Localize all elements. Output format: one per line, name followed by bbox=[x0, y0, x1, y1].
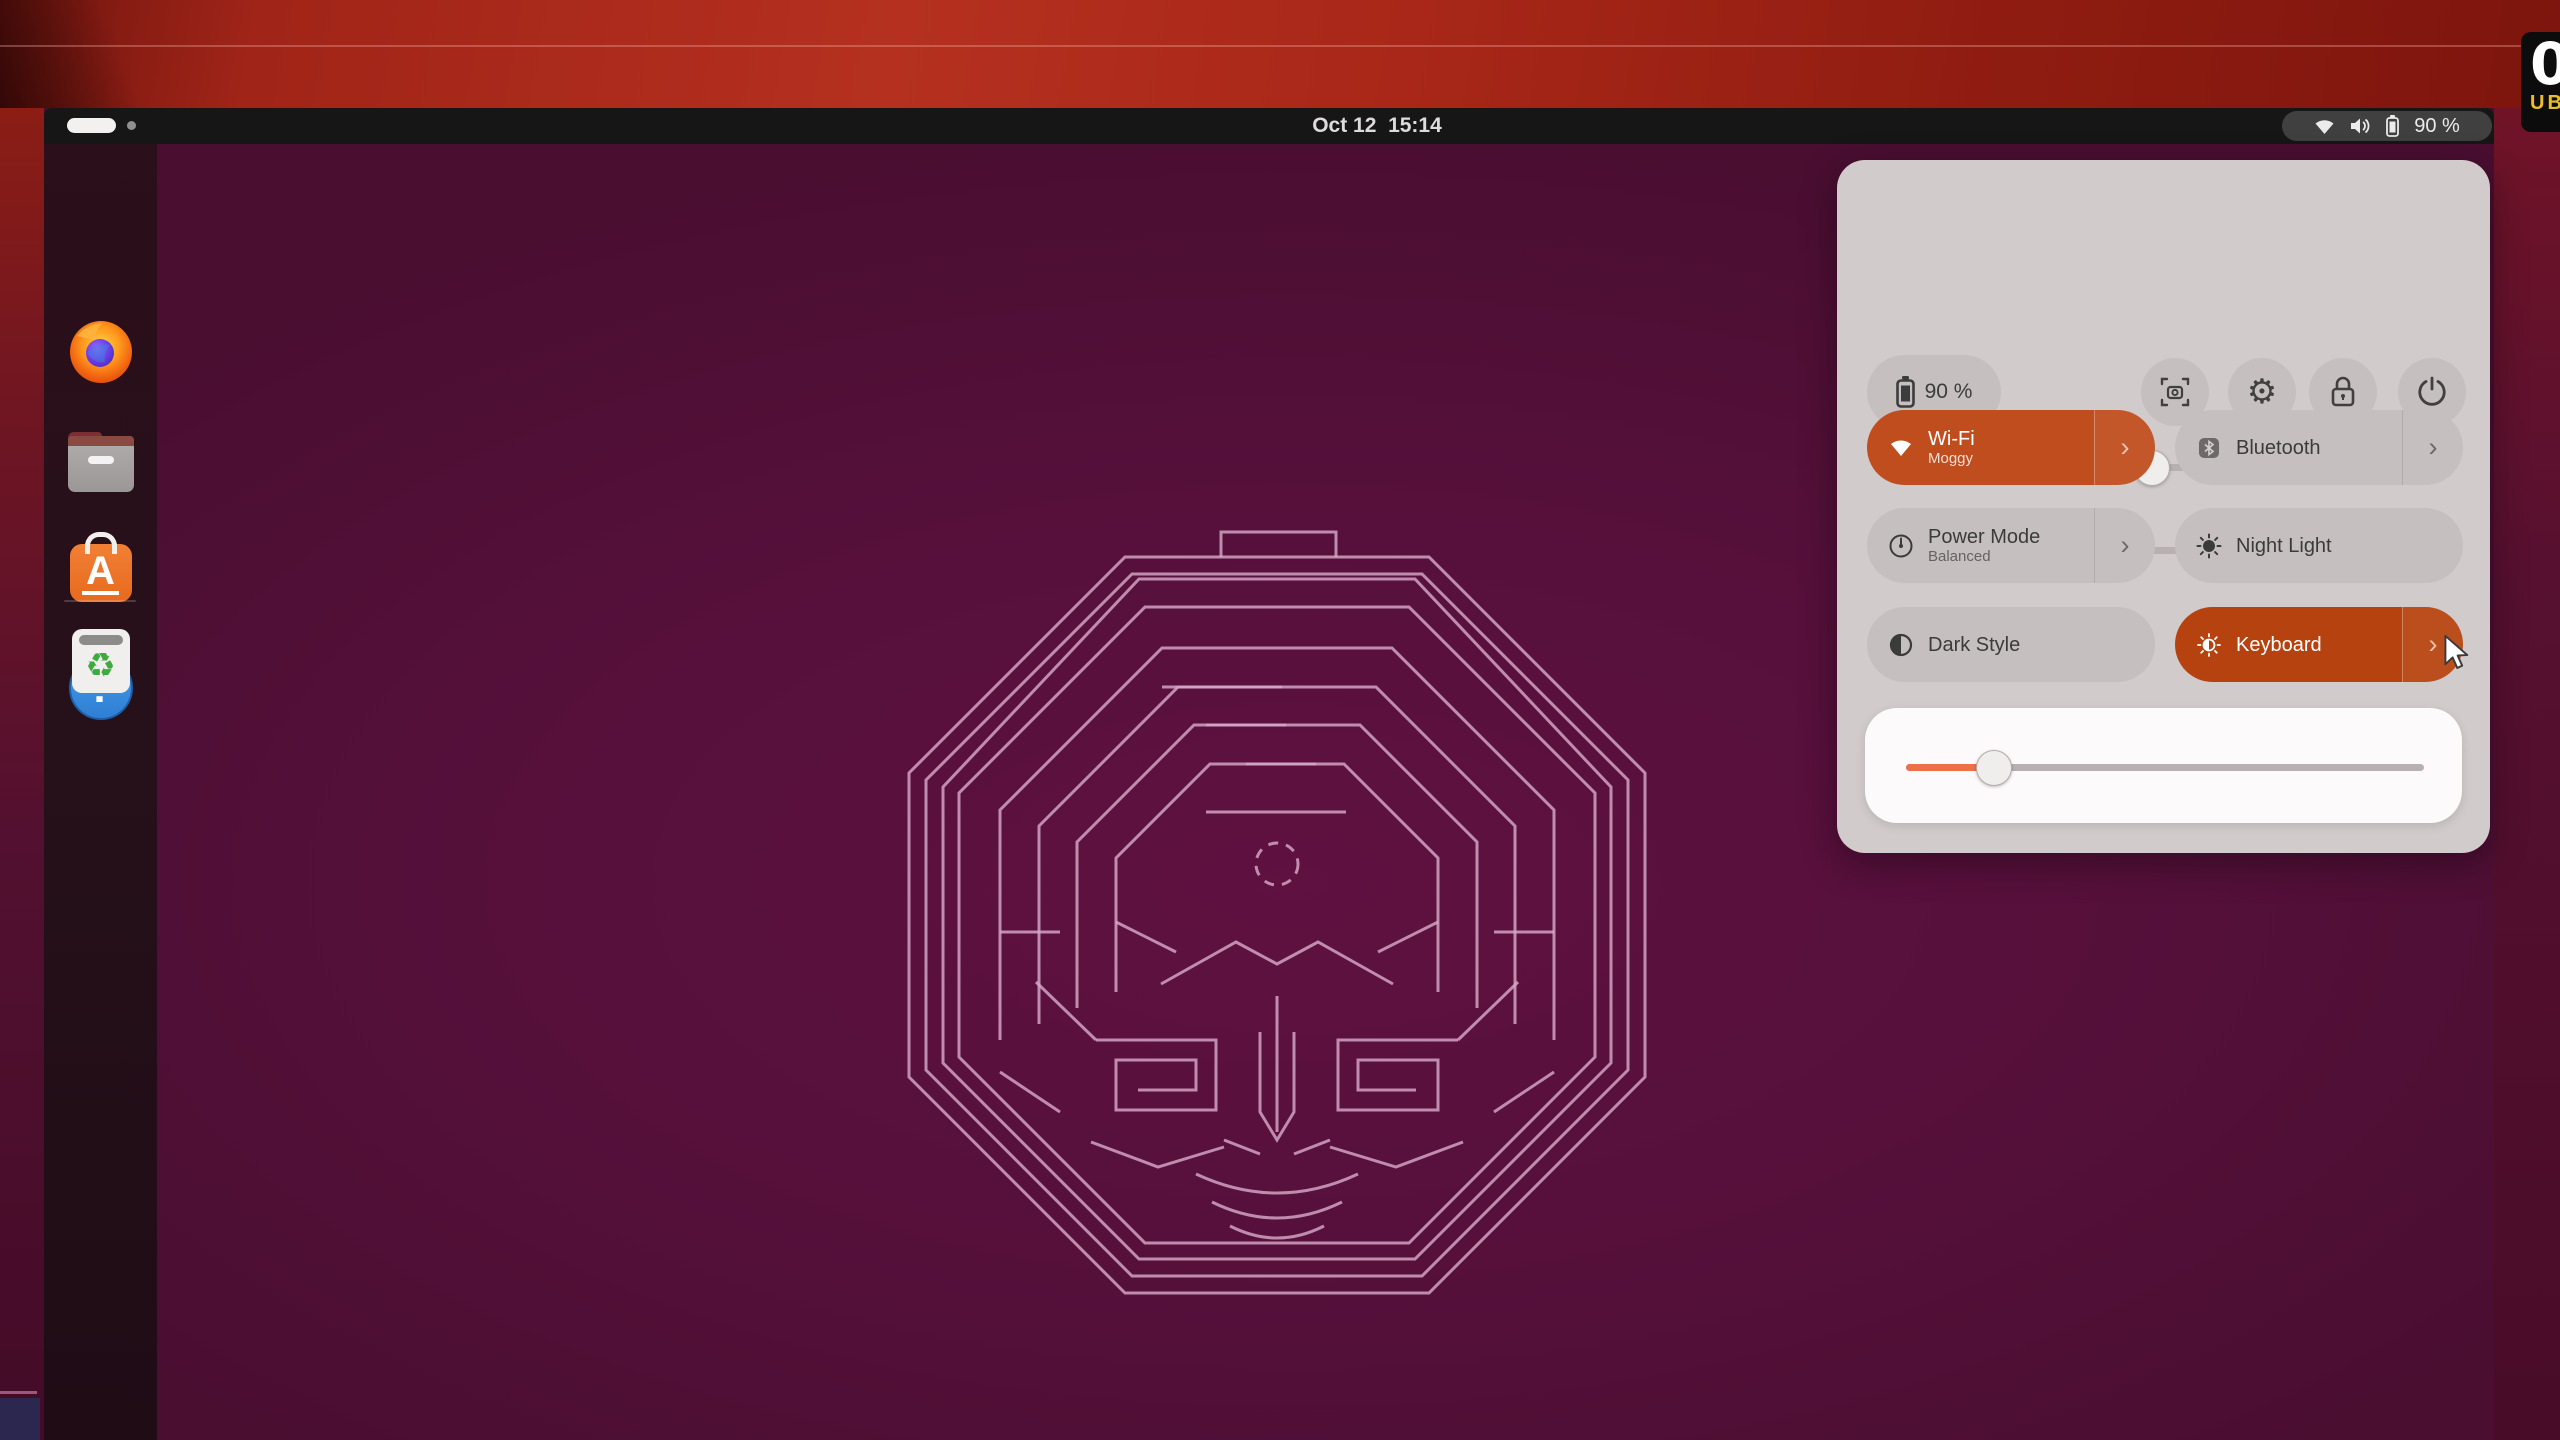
tile-subtitle: Balanced bbox=[1928, 548, 1991, 565]
trash-lid bbox=[78, 635, 123, 645]
tile-bluetooth[interactable]: Bluetooth › bbox=[2175, 410, 2463, 485]
workspace-indicator-active[interactable] bbox=[67, 118, 116, 133]
workspace-indicator-dot[interactable] bbox=[127, 121, 136, 130]
app-center-handle bbox=[84, 532, 117, 554]
files-icon-top bbox=[67, 436, 134, 446]
chevron-right-icon: › bbox=[2428, 432, 2438, 462]
frame-accent-line bbox=[0, 1391, 37, 1394]
keyboard-backlight-slider-knob[interactable] bbox=[1976, 749, 2013, 786]
files-icon bbox=[67, 432, 134, 492]
dock-item-app-center[interactable]: A bbox=[44, 532, 157, 602]
battery-percent-label: 90 % bbox=[1924, 380, 1973, 403]
power-mode-icon bbox=[1887, 533, 1915, 559]
dock-item-files[interactable] bbox=[44, 430, 157, 492]
app-center-letter: A bbox=[82, 551, 119, 595]
battery-percent-label: 90 % bbox=[2414, 114, 2460, 137]
files-icon-dash bbox=[87, 456, 114, 464]
tile-power-mode[interactable]: Power Mode Balanced › bbox=[1867, 508, 2155, 583]
video-frame-left bbox=[0, 108, 44, 1440]
video-frame-right bbox=[2494, 108, 2560, 1440]
channel-logo-top-text: 0 bbox=[2530, 30, 2560, 98]
clock[interactable]: Oct 12 15:14 bbox=[1182, 108, 1572, 144]
firefox-icon bbox=[69, 321, 132, 383]
tile-dark-style[interactable]: Dark Style bbox=[1867, 607, 2155, 682]
keyboard-backlight-slider[interactable] bbox=[1906, 749, 2424, 786]
wifi-icon bbox=[2315, 119, 2334, 134]
trash-icon: ♻ bbox=[71, 629, 130, 693]
video-frame-top bbox=[0, 0, 2560, 108]
dark-style-icon bbox=[1887, 632, 1915, 658]
keyboard-brightness-icon bbox=[2195, 632, 2223, 658]
screenshot-icon bbox=[2160, 377, 2190, 407]
bluetooth-expand-arrow[interactable]: › bbox=[2402, 410, 2463, 485]
chevron-right-icon: › bbox=[2428, 629, 2438, 659]
tile-subtitle: Moggy bbox=[1928, 450, 1974, 467]
mouse-cursor bbox=[2444, 634, 2469, 669]
tile-title: Night Light bbox=[2236, 534, 2332, 557]
dock: A ? bbox=[44, 144, 157, 1440]
keyboard-backlight-card bbox=[1865, 708, 2462, 823]
tile-keyboard-backlight[interactable]: Keyboard › bbox=[2175, 607, 2463, 682]
battery-icon bbox=[1895, 376, 1915, 408]
lock-icon bbox=[2331, 376, 2355, 407]
chevron-right-icon: › bbox=[2120, 432, 2130, 462]
top-bar: Oct 12 15:14 90 % bbox=[44, 108, 2494, 144]
tile-night-light[interactable]: Night Light bbox=[2175, 508, 2463, 583]
tile-title: Power Mode bbox=[1928, 526, 2041, 548]
wifi-icon bbox=[1887, 438, 1915, 457]
dock-item-firefox[interactable] bbox=[44, 318, 157, 386]
dock-separator bbox=[64, 600, 136, 602]
tile-title: Wi-Fi bbox=[1928, 428, 1975, 450]
power-icon bbox=[2418, 376, 2446, 406]
channel-logo: 0 UB bbox=[2521, 32, 2560, 132]
tile-wifi[interactable]: Wi-Fi Moggy › bbox=[1867, 410, 2155, 485]
system-status-area[interactable]: 90 % bbox=[2282, 111, 2492, 141]
volume-icon bbox=[2351, 118, 2370, 134]
channel-logo-bottom-text: UB bbox=[2530, 92, 2560, 114]
tile-title: Dark Style bbox=[1928, 633, 2021, 656]
tile-title: Bluetooth bbox=[2236, 436, 2321, 459]
recycle-glyph: ♻ bbox=[85, 646, 116, 686]
chevron-right-icon: › bbox=[2120, 530, 2130, 560]
battery-icon bbox=[2386, 115, 2400, 137]
dock-item-trash[interactable]: ♻ bbox=[44, 629, 157, 693]
power-mode-expand-arrow[interactable]: › bbox=[2094, 508, 2155, 583]
gear-icon: ⚙ bbox=[2246, 372, 2278, 412]
wallpaper-maze-artwork bbox=[907, 530, 1647, 1295]
night-light-icon bbox=[2195, 533, 2223, 559]
tile-title: Keyboard bbox=[2236, 633, 2322, 656]
bluetooth-icon bbox=[2195, 436, 2223, 460]
quick-settings-panel: 90 % ⚙ Wi-Fi Moggy › Bluetooth › Power M… bbox=[1837, 160, 2490, 853]
frame-corner-block bbox=[0, 1398, 40, 1440]
app-center-icon: A bbox=[69, 532, 132, 602]
